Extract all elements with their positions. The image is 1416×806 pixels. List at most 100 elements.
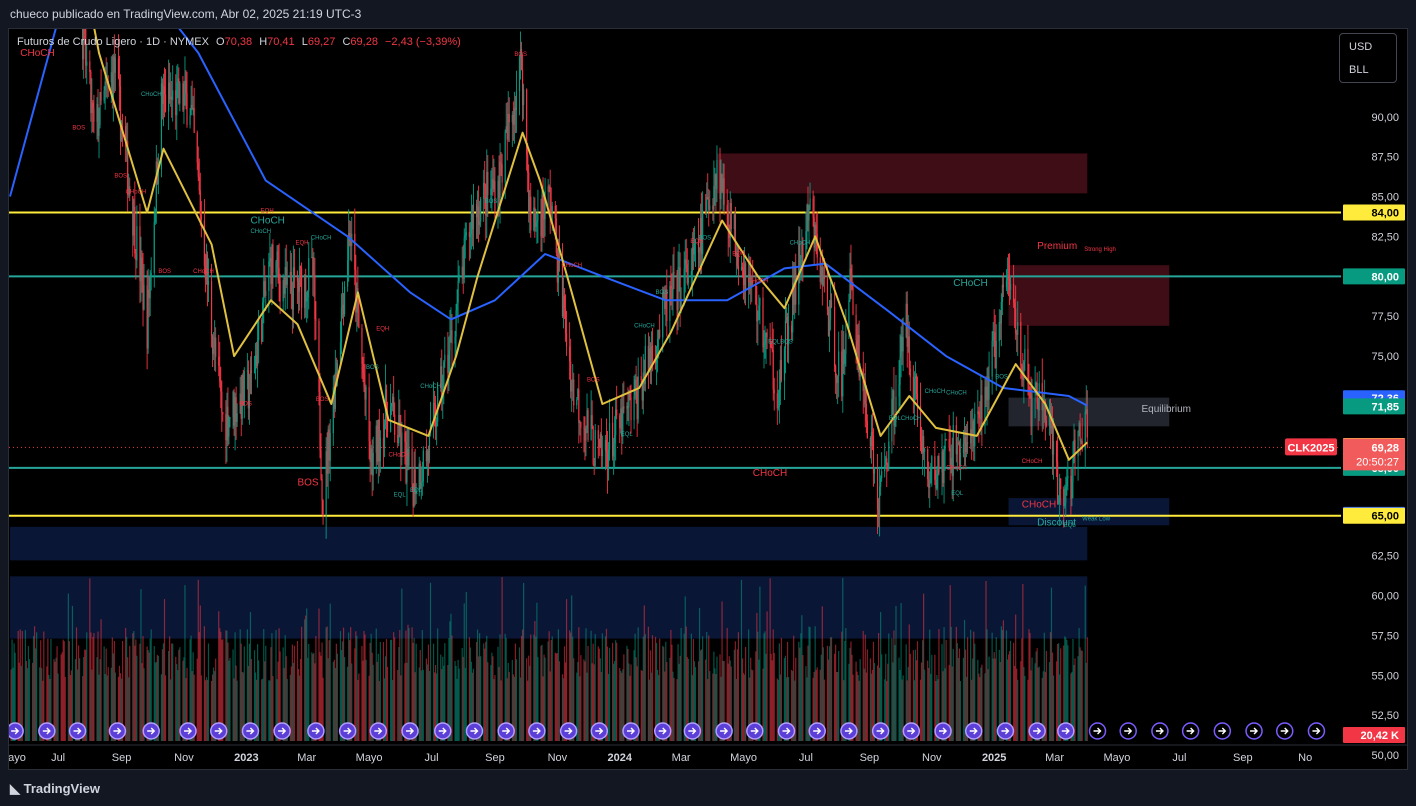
candle-247 — [363, 352, 365, 393]
candle-body-387 — [563, 296, 566, 309]
candle-body-85 — [132, 196, 134, 236]
candle-736 — [1064, 484, 1066, 509]
candle-477 — [692, 227, 695, 271]
event-arrow-icon — [1250, 727, 1259, 735]
volume-bar-703 — [1016, 668, 1018, 741]
candle-577 — [836, 373, 838, 400]
annotation-choch-14: CHoCH — [141, 92, 162, 98]
chart-panel[interactable]: CHoCH CHoCH BOS CHoCH CHoCH CHoCH Premium Stron… — [8, 28, 1408, 770]
volume-bar-252 — [370, 633, 372, 741]
candle-body-602 — [871, 432, 874, 436]
candle-150 — [225, 400, 227, 464]
candle-body-389 — [565, 333, 568, 347]
candle-520 — [755, 271, 757, 306]
volume-bar-382 — [556, 653, 558, 741]
volume-bar-403 — [586, 672, 588, 741]
volume-bar-155 — [232, 649, 234, 741]
candle-body-134 — [200, 215, 202, 221]
volume-bar-15 — [31, 662, 34, 741]
currency-unit-button[interactable]: USD BLL — [1339, 33, 1397, 83]
candle-body-426 — [620, 408, 622, 429]
candle-593 — [858, 320, 860, 381]
candle-414 — [601, 435, 603, 470]
volume-bar-464 — [673, 677, 675, 741]
tradingview-logo[interactable]: ◣ TradingView — [10, 781, 100, 797]
candle-body-377 — [549, 186, 551, 211]
annotation-eqh-18: EQH — [261, 209, 274, 215]
volume-bar-398 — [579, 676, 581, 741]
candle-93 — [142, 252, 144, 327]
volume-bar-335 — [490, 665, 492, 741]
volume-bar-746 — [1078, 628, 1080, 741]
candle-558 — [808, 204, 810, 244]
volume-bar-510 — [740, 579, 743, 741]
candle-body-194 — [286, 278, 288, 285]
candle-body-73 — [113, 56, 115, 73]
volume-bar-222 — [327, 658, 329, 741]
candle-body-582 — [843, 349, 845, 365]
candle-body-191 — [283, 280, 285, 294]
volume-bar-81 — [126, 636, 128, 741]
candle-body-305 — [447, 354, 449, 373]
candle-body-121 — [183, 93, 185, 111]
price-label-71,85: 71,85 — [1371, 401, 1399, 413]
candle-body-290 — [425, 450, 428, 462]
volume-bar-484 — [702, 636, 704, 741]
volume-bar-339 — [494, 675, 496, 741]
event-arrow-icon — [1312, 727, 1321, 735]
candle-body-340 — [497, 180, 499, 211]
candle-251 — [369, 421, 371, 483]
candle-213 — [314, 257, 316, 341]
candle-195 — [289, 250, 291, 295]
candle-body-439 — [637, 376, 639, 420]
candle-465 — [676, 269, 678, 335]
volume-bar-246 — [362, 660, 364, 741]
candle-57 — [91, 78, 93, 134]
volume-bar-107 — [162, 643, 165, 741]
volume-bar-176 — [262, 678, 264, 741]
candle-391 — [570, 338, 572, 399]
volume-bar-153 — [228, 660, 230, 741]
candle-body-711 — [1028, 384, 1030, 390]
candle-body-373 — [543, 218, 545, 220]
candle-body-415 — [604, 440, 607, 451]
candle-277 — [406, 426, 408, 507]
price-chart[interactable]: CHoCHCHoCHBOSCHoCHCHoCHCHoCHPremium Stron… — [9, 29, 1408, 770]
volume-bar-136 — [204, 680, 207, 741]
candle-91 — [140, 236, 142, 302]
volume-bar-244 — [358, 673, 360, 741]
time-tick-label: Nov — [922, 752, 942, 764]
candle-146 — [219, 341, 221, 388]
candle-743 — [1073, 423, 1075, 464]
volume-bar-594 — [859, 659, 861, 741]
annotation-choch-5: CHoCH — [1022, 500, 1056, 511]
volume-bar-17 — [33, 626, 36, 741]
volume-bar-747 — [1079, 647, 1081, 741]
candle-507 — [735, 242, 737, 275]
candle-219 — [322, 499, 324, 525]
candle-725 — [1048, 399, 1051, 436]
candle-175 — [261, 317, 263, 345]
candle-body-714 — [1031, 393, 1033, 427]
candle-218 — [321, 474, 323, 516]
volume-bar-729 — [1052, 675, 1055, 741]
time-tick-label: Sep — [860, 752, 880, 764]
volume-bar-131 — [197, 579, 199, 741]
candle-body-577 — [836, 377, 838, 384]
candle-body-392 — [571, 381, 573, 392]
volume-bar-338 — [493, 678, 495, 741]
candle-body-258 — [378, 419, 380, 462]
candle-100 — [153, 206, 155, 288]
candle-651 — [942, 449, 944, 487]
candle-body-308 — [450, 330, 452, 335]
candle-body-716 — [1035, 382, 1037, 388]
candle-202 — [298, 247, 301, 311]
volume-bar-179 — [265, 645, 267, 741]
candle-body-204 — [300, 268, 303, 308]
candle-body-378 — [550, 210, 552, 212]
candle-236 — [348, 209, 350, 282]
candle-645 — [934, 440, 936, 486]
time-tick-label: Mar — [297, 752, 316, 764]
candle-body-561 — [813, 217, 815, 248]
candle-625 — [905, 291, 907, 339]
